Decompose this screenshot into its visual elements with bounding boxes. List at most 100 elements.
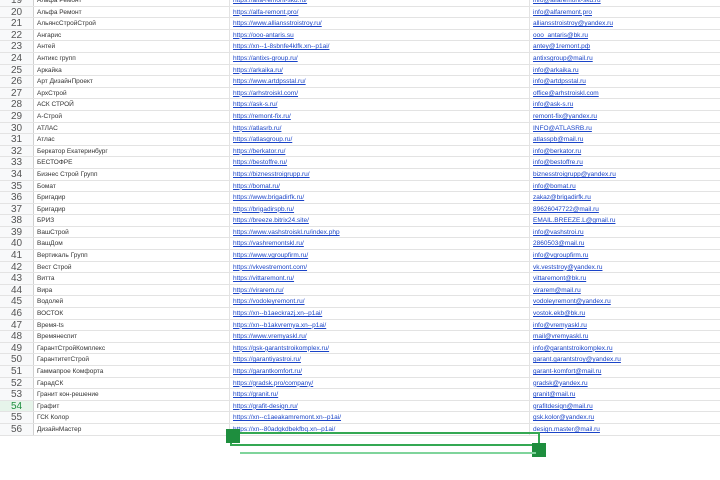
email-link-cell[interactable]: EMAIL.BREEZE.L@gmail.ru <box>530 215 720 226</box>
email-link-cell[interactable]: 2860503@mail.ru <box>530 238 720 249</box>
email-link-cell[interactable]: alliansstroistroy@yandex.ru <box>530 18 720 29</box>
row-number[interactable]: 48 <box>0 331 34 342</box>
company-name-cell[interactable]: Бомат <box>34 180 230 192</box>
row-number[interactable]: 56 <box>0 423 34 435</box>
website-link-cell[interactable]: https://biznesstroigrupp.ru/ <box>230 168 530 180</box>
table-row[interactable]: 34 Бизнес Строй Групп https://biznesstroig… <box>0 168 720 181</box>
row-number[interactable]: 22 <box>0 29 34 41</box>
table-row[interactable]: 49 ГарантСтройКомплекс https://gsk-garants… <box>0 342 720 355</box>
email-link-cell[interactable]: info@artdpsstal.ru <box>530 76 720 87</box>
row-number[interactable]: 52 <box>0 377 34 388</box>
email-link-cell[interactable]: design.master@mail.ru <box>530 424 720 435</box>
email-link-cell[interactable]: vk.veststroy@yandex.ru <box>530 262 720 273</box>
row-number[interactable]: 35 <box>0 180 34 191</box>
company-name-cell[interactable]: Антей <box>34 41 230 52</box>
table-row[interactable]: 37 Бригадир https://brigadirspb.ru/8962604… <box>0 203 720 216</box>
selection-handle-end[interactable] <box>532 443 546 457</box>
company-name-cell[interactable]: Время-ts <box>34 319 230 331</box>
table-row[interactable]: 31 Атлас https://atlasgroup.ru/atlasspb@ma… <box>0 134 720 146</box>
email-link-cell[interactable]: zakaz@brigadirfk.ru <box>530 192 720 203</box>
row-number[interactable]: 54 <box>0 400 34 412</box>
email-link-cell[interactable]: info@arkaika.ru <box>530 65 720 76</box>
company-name-cell[interactable]: Ангарис <box>34 29 230 41</box>
company-name-cell[interactable]: ГарантСтройКомплекс <box>34 342 230 354</box>
company-name-cell[interactable]: ВашДом <box>34 238 230 250</box>
email-link-cell[interactable]: gradsk@yandex.ru <box>530 378 720 389</box>
company-name-cell[interactable]: ДизайнМастер <box>34 423 230 435</box>
row-number[interactable]: 47 <box>0 319 34 330</box>
row-number[interactable]: 42 <box>0 261 34 272</box>
row-number[interactable]: 29 <box>0 110 34 122</box>
table-row[interactable]: 22 Ангарис https://ooo-antaris.su ooo_antar… <box>0 29 720 42</box>
table-row[interactable]: 29 А-Строй https://remont-fix.ru/remont-fi… <box>0 110 720 123</box>
email-link-cell[interactable]: vittaremont@bk.ru <box>530 273 720 284</box>
website-link-cell[interactable]: https://gsk-garantstroikomplex.ru/ <box>230 342 530 354</box>
website-link-cell[interactable]: https://berkator.ru/ <box>230 145 530 157</box>
row-number[interactable]: 28 <box>0 99 34 110</box>
company-name-cell[interactable]: Водолей <box>34 296 230 308</box>
website-link-cell[interactable]: https://vittaremont.ru/ <box>230 273 530 284</box>
email-link-cell[interactable]: info@berkator.ru <box>530 146 720 157</box>
company-name-cell[interactable]: АрхСтрой <box>34 87 230 99</box>
row-number[interactable]: 41 <box>0 250 34 261</box>
website-link-cell[interactable]: https://garantkomfort.ru/ <box>230 366 530 377</box>
selection-handle-start[interactable] <box>226 429 240 443</box>
company-name-cell[interactable]: Вертикаль Групп <box>34 250 230 261</box>
company-name-cell[interactable]: БЕСТОФРЕ <box>34 157 230 168</box>
email-link-cell[interactable]: office@arhstroiskl.com <box>530 88 720 99</box>
website-link-cell[interactable]: https://virarem.ru/ <box>230 284 530 296</box>
website-link-cell[interactable]: https://xn--80adgkdbekfbq.xn--p1ai/ <box>230 423 530 435</box>
table-row[interactable]: 30 АТЛАС https://atlasrb.ru/INFO@ATLASRB.r… <box>0 122 720 135</box>
row-number[interactable]: 20 <box>0 6 34 17</box>
email-link-cell[interactable]: remont-fix@yandex.ru <box>530 111 720 122</box>
email-link-cell[interactable]: antixsgroup@mail.ru <box>530 53 720 64</box>
row-number[interactable]: 51 <box>0 366 34 377</box>
company-name-cell[interactable]: ГарадСК <box>34 377 230 389</box>
email-link-cell[interactable]: granit@mail.ru <box>530 389 720 400</box>
row-number[interactable]: 38 <box>0 215 34 226</box>
website-link-cell[interactable]: https://atlasrb.ru/ <box>230 122 530 134</box>
table-row[interactable]: 38 БРИЗ https://breeze.bitrix24.site/EMAIL… <box>0 215 720 227</box>
email-link-cell[interactable]: info@bestoffre.ru <box>530 157 720 168</box>
row-number[interactable]: 53 <box>0 389 34 400</box>
table-row[interactable]: 25 Аркайка https://arkaika.ru/info@arkaika… <box>0 64 720 77</box>
company-name-cell[interactable]: ГСК Колор <box>34 412 230 423</box>
website-link-cell[interactable]: https://vodoleyremont.ru/ <box>230 296 530 308</box>
company-name-cell[interactable]: Бригадир <box>34 203 230 215</box>
company-name-cell[interactable]: Арт ДизайнПроект <box>34 76 230 87</box>
website-link-cell[interactable]: https://gradsk.pro/company/ <box>230 377 530 389</box>
email-link-cell[interactable]: vostok.ekb@bk.ru <box>530 308 720 319</box>
website-link-cell[interactable]: https://remont-fix.ru/ <box>230 110 530 122</box>
row-number[interactable]: 32 <box>0 145 34 157</box>
row-number[interactable]: 34 <box>0 168 34 180</box>
email-link-cell[interactable]: info@vgroupfirm.ru <box>530 250 720 261</box>
row-number[interactable]: 39 <box>0 226 34 238</box>
table-row[interactable]: 32 Беркатор Екатеринбург https://berkator.… <box>0 145 720 158</box>
table-row[interactable]: 54 Графит https://grafit-design.ru/grafitd… <box>0 400 720 413</box>
table-row[interactable]: 24 Антикс групп https://antixs-group.ru/an… <box>0 52 720 65</box>
row-number[interactable]: 49 <box>0 342 34 354</box>
website-link-cell[interactable]: https://alfa-remont-skd.ru/ <box>230 0 530 6</box>
company-name-cell[interactable]: Бизнес Строй Групп <box>34 168 230 180</box>
company-name-cell[interactable]: Бригадир <box>34 192 230 203</box>
email-link-cell[interactable]: info@bomat.ru <box>530 181 720 192</box>
company-name-cell[interactable]: Витта <box>34 273 230 284</box>
email-link-cell[interactable]: garant-komfort@mail.ru <box>530 366 720 377</box>
website-link-cell[interactable]: https://ask-s.ru/ <box>230 99 530 110</box>
row-number[interactable]: 33 <box>0 157 34 168</box>
row-number[interactable]: 43 <box>0 273 34 284</box>
company-name-cell[interactable]: Гранит кон-решение <box>34 389 230 400</box>
website-link-cell[interactable]: https://xn--b1akvremya.xn--p1ai/ <box>230 319 530 331</box>
email-link-cell[interactable]: gsk.kolor@yandex.ru <box>530 412 720 423</box>
table-row[interactable]: 21 АльянсСтройСтрой https://www.alliansstr… <box>0 18 720 30</box>
table-row[interactable]: 50 ГарантитетСтрой https://garantiyastroi.… <box>0 354 720 366</box>
company-name-cell[interactable]: ГарантитетСтрой <box>34 354 230 365</box>
website-link-cell[interactable]: https://xn--1-8sbnfe4klfk.xn--p1ai/ <box>230 41 530 52</box>
row-number[interactable]: 27 <box>0 87 34 99</box>
row-number[interactable]: 21 <box>0 18 34 29</box>
row-number[interactable]: 31 <box>0 134 34 145</box>
spreadsheet-grid[interactable]: 19 Альфа Ремонт https://alfa-remont-skd.ru… <box>0 0 720 436</box>
website-link-cell[interactable]: https://www.alliansstroistroy.ru/ <box>230 18 530 29</box>
website-link-cell[interactable]: https://vashremontskl.ru/ <box>230 238 530 250</box>
website-link-cell[interactable]: https://garantiyastroi.ru/ <box>230 354 530 365</box>
